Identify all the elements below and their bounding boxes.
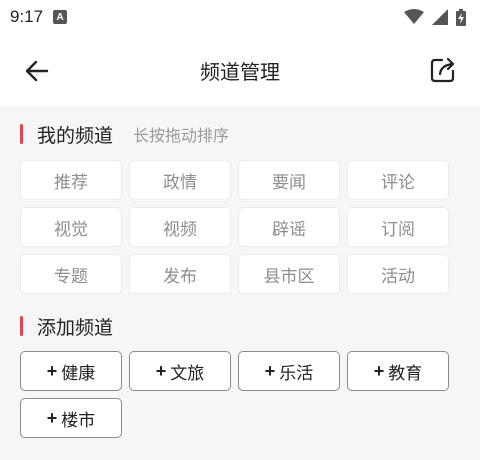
channel-chip[interactable]: 活动 [347, 254, 449, 294]
add-channel-label: 乐活 [279, 363, 314, 384]
plus-icon: + [373, 360, 385, 381]
add-channel-button[interactable]: + 乐活 [238, 351, 340, 391]
app-bar: 频道管理 [0, 34, 480, 106]
back-button[interactable] [22, 56, 52, 86]
channel-chip[interactable]: 发布 [129, 254, 231, 294]
channel-chip[interactable]: 要闻 [238, 160, 340, 200]
channel-chip[interactable]: 视频 [129, 207, 231, 247]
add-channel-button[interactable]: + 文旅 [129, 351, 231, 391]
add-channel-label: 文旅 [170, 363, 205, 384]
sort-hint: 长按拖动排序 [133, 126, 230, 145]
my-channels-title: 我的频道 [37, 124, 114, 147]
channel-chip[interactable]: 政情 [129, 160, 231, 200]
plus-icon: + [46, 360, 58, 381]
status-time: 9:17 [10, 7, 44, 26]
my-channels-header: 我的频道 长按拖动排序 [0, 120, 229, 148]
channel-chip[interactable]: 辟谣 [238, 207, 340, 247]
add-channel-button[interactable]: + 楼市 [20, 398, 122, 438]
add-channel-label: 健康 [61, 363, 96, 384]
notification-icon: A [53, 10, 68, 24]
section-accent-bar [20, 124, 23, 144]
wifi-icon [404, 9, 424, 24]
channel-content: 我的频道 长按拖动排序 推荐 政情 要闻 评论 视觉 视频 辟谣 订阅 专题 发… [0, 106, 480, 460]
channel-chip[interactable]: 视觉 [20, 207, 122, 247]
add-channels-header: 添加频道 [0, 312, 113, 340]
add-channel-button[interactable]: + 健康 [20, 351, 122, 391]
signal-icon [432, 9, 448, 25]
my-channels-grid: 推荐 政情 要闻 评论 视觉 视频 辟谣 订阅 专题 发布 县市区 活动 [20, 160, 449, 294]
page-title: 频道管理 [200, 59, 280, 84]
share-icon [430, 57, 455, 83]
plus-icon: + [264, 360, 276, 381]
plus-icon: + [46, 407, 58, 428]
channel-chip[interactable]: 评论 [347, 160, 449, 200]
add-channels-grid: + 健康 + 文旅 + 乐活 + 教育 + 楼市 [20, 351, 449, 438]
section-accent-bar [20, 316, 23, 336]
channel-chip[interactable]: 专题 [20, 254, 122, 294]
channel-chip[interactable]: 县市区 [238, 254, 340, 294]
add-channel-button[interactable]: + 教育 [347, 351, 449, 391]
plus-icon: + [155, 360, 167, 381]
channel-chip[interactable]: 推荐 [20, 160, 122, 200]
add-channels-title: 添加频道 [37, 316, 114, 339]
share-button[interactable] [428, 55, 458, 85]
battery-charging-icon [456, 8, 466, 26]
arrow-left-icon [25, 60, 49, 82]
add-channel-label: 楼市 [61, 410, 96, 431]
add-channel-label: 教育 [388, 363, 423, 384]
channel-chip[interactable]: 订阅 [347, 207, 449, 247]
status-bar: 9:17 A [0, 0, 480, 34]
